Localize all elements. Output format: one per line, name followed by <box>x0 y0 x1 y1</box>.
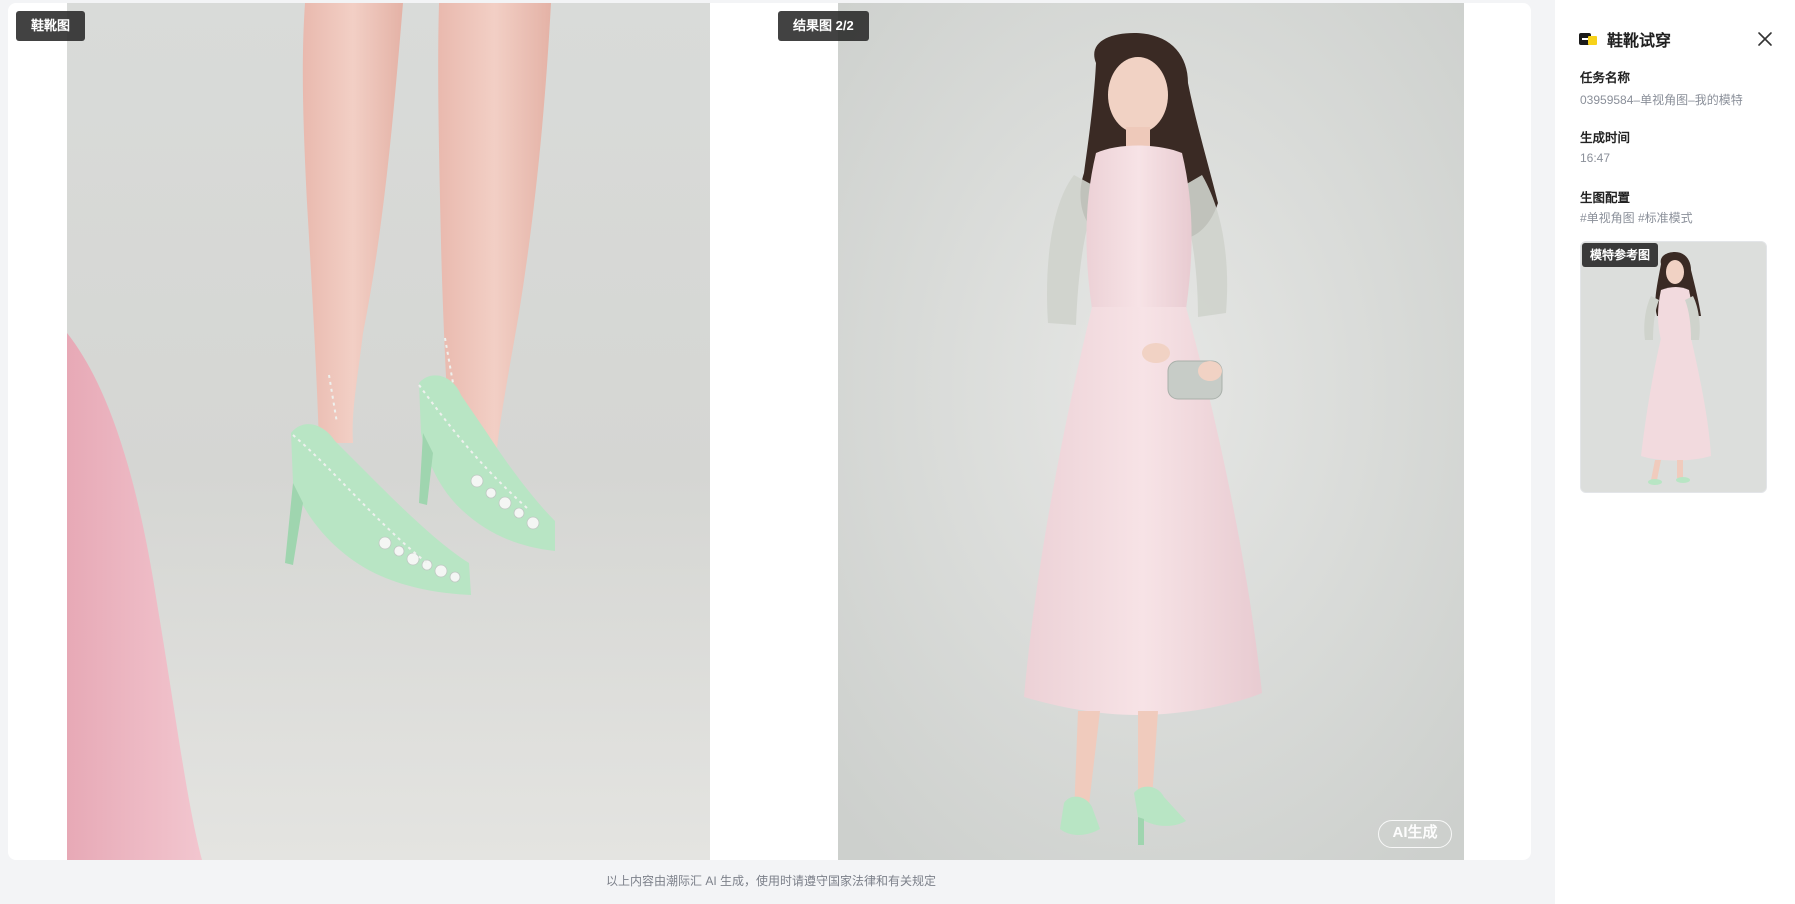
model-reference-tag: 模特参考图 <box>1582 243 1659 267</box>
result-image[interactable]: AI生成 <box>838 3 1464 860</box>
panel-title: 鞋靴试穿 <box>1607 33 1672 50</box>
page: AI生成 鞋靴图 结果图 2/2 以上内容由潮际汇 AI 生成，使用时请遵守国家… <box>0 0 1795 904</box>
close-icon[interactable] <box>1755 29 1775 49</box>
config-label: 生图配置 <box>1580 191 1631 205</box>
image-viewer: AI生成 鞋靴图 结果图 2/2 <box>8 3 1531 860</box>
task-name-value: 03959584–单视角图–我的模特 <box>1580 93 1743 107</box>
config-value: #单视角图 #标准模式 <box>1580 211 1693 225</box>
app-logo-icon <box>1579 32 1597 46</box>
generation-time-label: 生成时间 <box>1580 131 1631 145</box>
panel-header: 鞋靴试穿 <box>1579 26 1775 52</box>
result-image-tag: 结果图 2/2 <box>778 11 869 41</box>
ai-disclaimer: 以上内容由潮际汇 AI 生成，使用时请遵守国家法律和有关规定 <box>606 874 937 888</box>
detail-panel: 鞋靴试穿 任务名称 03959584–单视角图–我的模特 生成时间 16:47 … <box>1555 0 1795 904</box>
shoe-image[interactable] <box>67 3 710 860</box>
task-name-label: 任务名称 <box>1580 71 1631 85</box>
model-reference-image[interactable]: 模特参考图 <box>1580 241 1767 493</box>
ai-generated-badge: AI生成 <box>1378 820 1452 848</box>
shoe-image-tag: 鞋靴图 <box>16 11 86 41</box>
generation-time-value: 16:47 <box>1580 151 1611 165</box>
